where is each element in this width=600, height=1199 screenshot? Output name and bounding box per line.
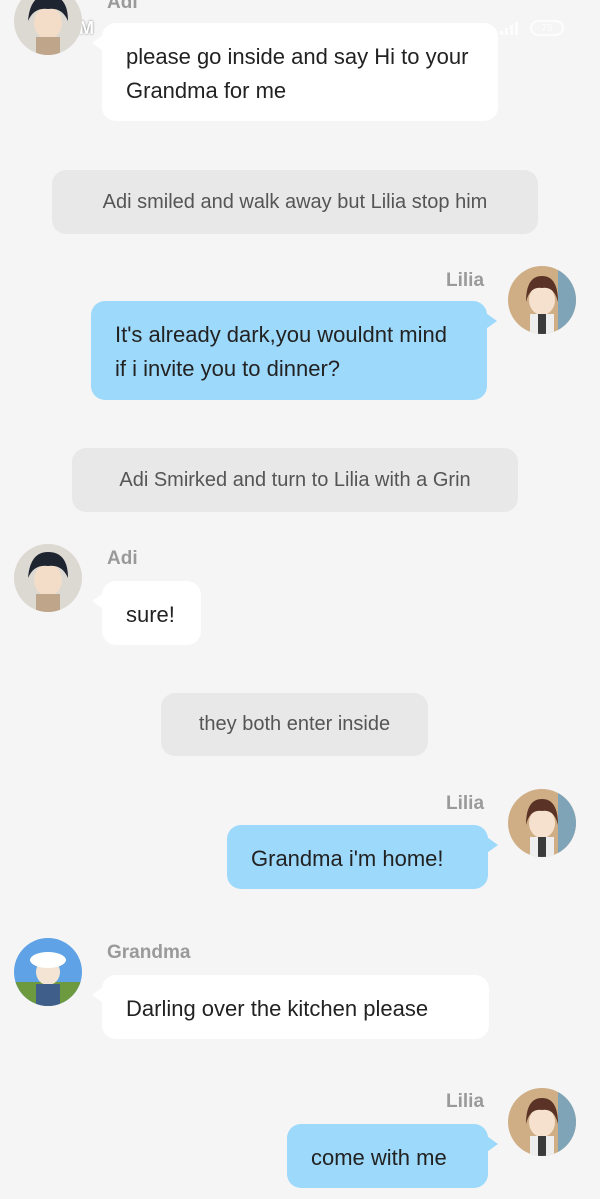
- narration-bubble: Adi smiled and walk away but Lilia stop …: [52, 170, 538, 234]
- bubble-tail: [92, 985, 106, 1005]
- sender-name: Adi: [107, 548, 138, 569]
- narration-text: Adi smiled and walk away but Lilia stop …: [102, 190, 488, 213]
- lilia-avatar-icon[interactable]: [508, 1088, 576, 1156]
- adi-avatar-icon[interactable]: [14, 0, 82, 55]
- bubble-tail: [92, 591, 106, 611]
- signal-icon: [500, 21, 522, 35]
- status-indicators: 75: [500, 20, 564, 36]
- lilia-avatar-icon[interactable]: [508, 266, 576, 334]
- narration-text: they both enter inside: [198, 713, 391, 735]
- message-text: come with me: [311, 1145, 447, 1170]
- message-text: It's already dark,you wouldnt mind if i …: [115, 322, 447, 381]
- message-text: Darling over the kitchen please: [126, 996, 429, 1021]
- sender-name: Adi: [107, 0, 138, 13]
- narration-bubble: Adi Smirked and turn to Lilia with a Gri…: [72, 448, 518, 512]
- message-bubble[interactable]: please go inside and say Hi to your Gran…: [92, 23, 498, 121]
- bubble-tail: [484, 1134, 498, 1154]
- bubble-tail: [92, 33, 106, 53]
- message-bubble[interactable]: come with me: [287, 1124, 498, 1188]
- narration-text: Adi Smirked and turn to Lilia with a Gri…: [119, 468, 471, 491]
- sender-name: Lilia: [446, 1091, 485, 1112]
- grandma-avatar-icon[interactable]: [14, 938, 82, 1006]
- message-text: please go inside and say Hi to your Gran…: [126, 44, 469, 103]
- message-text: Grandma i'm home!: [251, 846, 444, 871]
- message-bubble[interactable]: It's already dark,you wouldnt mind if i …: [91, 301, 497, 400]
- sender-name: Grandma: [107, 942, 191, 963]
- message-bubble[interactable]: sure!: [92, 581, 201, 645]
- battery-level: 75: [541, 22, 553, 34]
- narration-bubble: they both enter inside: [161, 693, 428, 756]
- sender-name: Lilia: [446, 270, 485, 291]
- bubble-tail: [483, 311, 497, 331]
- message-text: sure!: [126, 602, 175, 627]
- bubble-tail: [484, 835, 498, 855]
- lilia-avatar-icon[interactable]: [508, 789, 576, 857]
- battery-icon: 75: [530, 20, 564, 36]
- message-bubble[interactable]: Grandma i'm home!: [227, 825, 498, 889]
- sender-name: Lilia: [446, 793, 485, 814]
- adi-avatar-icon[interactable]: [14, 544, 82, 612]
- message-bubble[interactable]: Darling over the kitchen please: [92, 975, 489, 1039]
